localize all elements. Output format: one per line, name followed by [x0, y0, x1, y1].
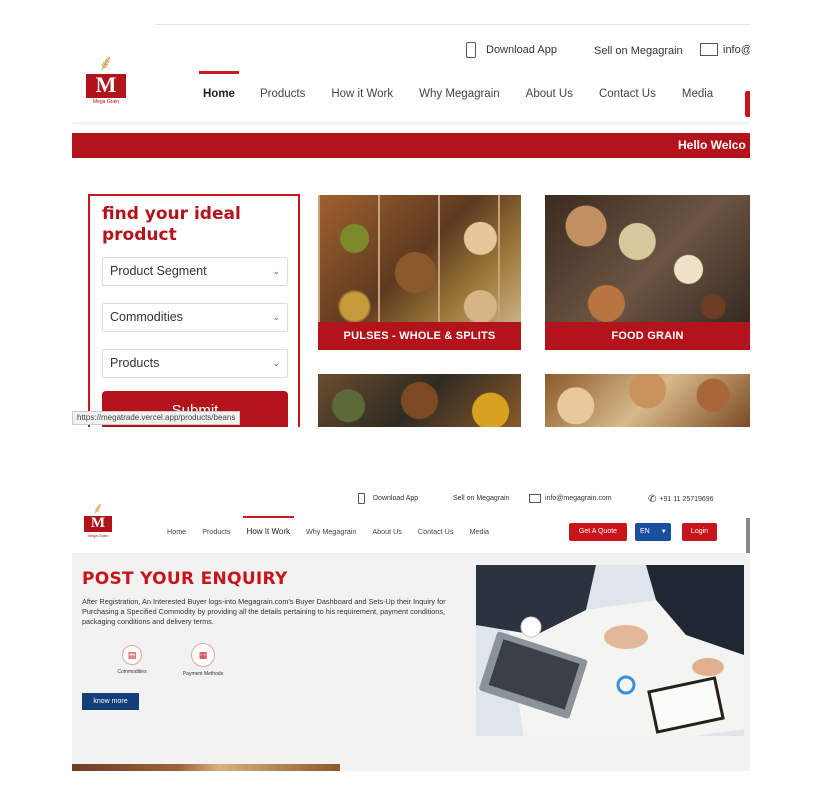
megagrain-logo[interactable]: ⸙ M Mega Grain — [86, 52, 126, 105]
get-quote-button[interactable] — [745, 91, 750, 117]
commodities-select[interactable]: Commodities ⌄ — [102, 303, 288, 332]
wheat-icon: ⸙ — [92, 500, 104, 517]
nav-media[interactable]: Media — [469, 527, 489, 536]
nav-how-it-work[interactable]: How It Work — [242, 516, 295, 536]
commodities-icon: ▤ — [122, 645, 142, 665]
screenshot-home: Download App Sell on Megagrain info@ ⸙ M… — [72, 22, 750, 427]
payment-methods-icon: ▦ — [191, 643, 215, 667]
welcome-ticker: Hello Welco — [72, 133, 750, 158]
feature-payment-methods: ▦ Payment Methods — [173, 643, 233, 677]
main-nav: Home Products How it Work Why Megagrain … — [199, 71, 713, 100]
tile-caption: PULSES - WHOLE & SPLITS — [318, 322, 521, 350]
mail-icon — [700, 43, 718, 56]
mail-icon — [529, 494, 541, 503]
email-link[interactable]: info@ — [700, 43, 750, 56]
download-app-label: Download App — [373, 495, 419, 502]
divider — [156, 24, 750, 25]
sell-on-megagrain-link[interactable]: Sell on Megagrain — [453, 495, 509, 502]
site-header: Download App Sell on Megagrain info@ ⸙ M… — [72, 30, 750, 122]
tile-caption: FOOD GRAIN — [545, 322, 750, 350]
category-tile-nuts[interactable] — [545, 374, 750, 427]
welcome-ticker-text: Hello Welco — [678, 138, 746, 152]
email-link[interactable]: info@megagrain.com — [529, 494, 612, 503]
nav-how-it-work[interactable]: How it Work — [331, 88, 393, 100]
status-url-tooltip: https://megatrade.vercel.app/products/be… — [72, 411, 241, 425]
phone-label: +91 11 25719696 — [659, 496, 714, 503]
wheat-icon: ⸙ — [97, 50, 115, 75]
business-meeting-photo — [476, 565, 744, 736]
phone-icon — [358, 493, 365, 504]
know-more-button[interactable]: know more — [82, 693, 139, 710]
feature-label: Payment Methods — [182, 671, 224, 677]
nav-home[interactable]: Home — [199, 71, 239, 100]
next-section-preview — [72, 764, 340, 771]
nav-home[interactable]: Home — [167, 527, 186, 536]
phone-icon: ✆ — [648, 494, 657, 505]
language-select[interactable]: EN ▼ — [635, 523, 671, 541]
caret-down-icon: ▼ — [660, 529, 667, 535]
download-app-link[interactable]: Download App — [466, 42, 557, 58]
nav-why-megagrain[interactable]: Why Megagrain — [306, 527, 356, 536]
product-finder-title: find your ideal product — [102, 204, 241, 245]
sell-on-label: Sell on Megagrain — [453, 495, 510, 502]
product-segment-select[interactable]: Product Segment ⌄ — [102, 257, 288, 286]
product-segment-value: Product Segment — [110, 264, 207, 278]
phone-link[interactable]: ✆ +91 11 25719696 — [648, 494, 714, 505]
nav-about-us[interactable]: About Us — [526, 88, 573, 100]
download-app-label: Download App — [486, 44, 557, 56]
language-value: EN — [640, 528, 650, 535]
logo-tagline: Mega Grain — [92, 99, 120, 105]
logo-mark: M — [86, 74, 126, 98]
site-header: Download App Sell on Megagrain info@mega… — [72, 481, 750, 553]
nav-contact-us[interactable]: Contact Us — [418, 527, 454, 536]
phone-icon — [466, 42, 476, 58]
download-app-link[interactable]: Download App — [358, 493, 418, 504]
megagrain-logo[interactable]: ⸙ M Mega Grain — [84, 501, 112, 538]
sell-on-label: Sell on Megagrain — [594, 45, 683, 57]
logo-mark: M — [84, 516, 112, 532]
screenshot-how-it-work: Download App Sell on Megagrain info@mega… — [72, 481, 750, 771]
commodities-value: Commodities — [110, 310, 183, 324]
logo-tagline: Mega Grain — [87, 533, 109, 538]
products-value: Products — [110, 356, 160, 370]
email-label: info@ — [723, 43, 750, 56]
nav-products[interactable]: Products — [260, 88, 305, 100]
login-button[interactable]: Login — [682, 523, 717, 541]
feature-commodities: ▤ Commodities — [102, 645, 162, 675]
enquiry-title: POST YOUR ENQUIRY — [82, 569, 288, 589]
laptop-meeting-illustration — [476, 565, 744, 736]
nav-media[interactable]: Media — [682, 88, 713, 100]
nav-products[interactable]: Products — [202, 527, 230, 536]
category-tile-pulses[interactable]: PULSES - WHOLE & SPLITS — [318, 195, 521, 350]
chevron-down-icon: ⌄ — [272, 358, 280, 368]
main-nav: Home Products How It Work Why Megagrain … — [167, 516, 489, 536]
nav-contact-us[interactable]: Contact Us — [599, 88, 656, 100]
category-tile-food-grain[interactable]: FOOD GRAIN — [545, 195, 750, 350]
get-quote-button[interactable]: Get A Quote — [569, 523, 627, 541]
chevron-down-icon: ⌄ — [272, 266, 280, 276]
chevron-down-icon: ⌄ — [272, 312, 280, 322]
feature-label: Commodities — [117, 669, 147, 675]
email-label: info@megagrain.com — [545, 495, 612, 502]
enquiry-section: POST YOUR ENQUIRY After Registration, An… — [72, 553, 750, 771]
category-tile-spices[interactable] — [318, 374, 521, 427]
products-select[interactable]: Products ⌄ — [102, 349, 288, 378]
enquiry-description: After Registration, An Interested Buyer … — [82, 597, 446, 627]
nav-why-megagrain[interactable]: Why Megagrain — [419, 88, 500, 100]
product-finder: find your ideal product Product Segment … — [88, 194, 300, 427]
nav-about-us[interactable]: About Us — [372, 527, 402, 536]
sell-on-megagrain-link[interactable]: Sell on Megagrain — [594, 45, 683, 57]
